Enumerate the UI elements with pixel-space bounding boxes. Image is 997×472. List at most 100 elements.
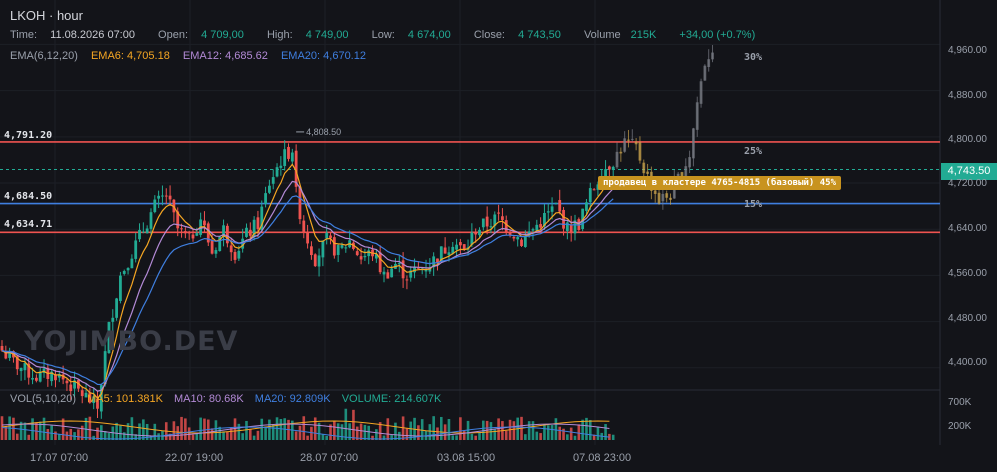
candle-body (695, 102, 699, 130)
volume-bar (313, 417, 317, 440)
candle-body (264, 193, 267, 204)
candle-body (405, 279, 409, 281)
candle-body (23, 363, 27, 371)
y-tick-label: 4,640.00 (948, 223, 987, 234)
candle-body (283, 149, 287, 167)
volume-bar (279, 418, 283, 440)
candle-body (256, 217, 260, 229)
volume-bar (539, 433, 542, 440)
candle-body (359, 256, 363, 260)
percent-label-15: 15% (744, 199, 763, 210)
candle-body (237, 250, 241, 259)
volume-bar (611, 434, 615, 440)
volume-bar (0, 416, 4, 440)
volume-bar (336, 423, 340, 440)
candle-body (210, 240, 214, 254)
ema-legend-name: EMA(6,12,20) (10, 50, 78, 62)
candle-body (340, 245, 344, 248)
candle-body (279, 165, 283, 168)
candle-body (623, 138, 627, 152)
candle-body (447, 252, 451, 256)
candle-body (611, 166, 615, 170)
candle-body (550, 206, 554, 212)
candle-body (367, 250, 371, 257)
candle-body (302, 220, 306, 233)
candle-body (634, 141, 638, 145)
percent-label-30: 30% (744, 52, 763, 63)
volume-bar (54, 431, 57, 440)
volume-bar (432, 416, 435, 440)
volume-bar (46, 429, 50, 440)
candle-body (711, 52, 714, 60)
candle-body (489, 226, 493, 228)
volume-bar (569, 427, 573, 440)
candle-body (485, 216, 489, 227)
volume-bar (241, 433, 244, 440)
candle-body (558, 200, 562, 212)
candle-body (317, 255, 321, 267)
volume-bar (226, 431, 229, 440)
volume-bar (325, 435, 328, 440)
candle-body (168, 195, 172, 200)
high-value: 4 749,00 (305, 29, 349, 41)
candle-body (126, 268, 130, 271)
ma5-value: MA5: 101.381K (87, 393, 163, 405)
volume-bar (130, 417, 134, 440)
volume-bar (558, 426, 562, 440)
candle-body (669, 197, 672, 200)
candle-body (585, 202, 588, 211)
candle-body (157, 195, 161, 199)
volume-bar (69, 428, 73, 440)
x-tick-label: 28.07 07:00 (300, 452, 359, 464)
watermark: YOJIMBO.DEV (24, 326, 239, 357)
candle-body (546, 211, 550, 213)
volume-bar (302, 416, 306, 440)
candle-body (329, 235, 332, 238)
volume-bar (440, 416, 443, 440)
y-tick-label: 4,480.00 (948, 313, 987, 324)
candle-body (443, 247, 447, 254)
volume-bar (462, 431, 466, 440)
candle-body (455, 244, 458, 250)
volume-bar (233, 418, 237, 440)
candle-body (523, 235, 527, 247)
volume-bar (184, 418, 187, 440)
volume-bar (588, 419, 592, 440)
volume-bar (359, 423, 363, 440)
volume-bar (306, 435, 309, 440)
volume-bar (581, 419, 584, 440)
candle-body (474, 231, 478, 235)
candle-body (34, 377, 38, 381)
candle-body (344, 247, 348, 249)
candle-body (539, 224, 543, 228)
candle-body (183, 231, 187, 234)
volume-bar (546, 425, 550, 440)
symbol-title: LKOH · hour (10, 8, 83, 23)
volume-bar (543, 424, 546, 440)
volume-bar (294, 431, 298, 440)
candle-body (638, 142, 642, 161)
volume-bar (23, 422, 27, 440)
ema20-value: EMA20: 4,670.12 (280, 50, 366, 62)
candle-body (268, 185, 271, 193)
volume-bar (180, 416, 183, 440)
candle-body (481, 218, 485, 228)
candle-body (619, 151, 623, 154)
volume-legend: VOL(5,10,20) MA5: 101.381K MA10: 80.68K … (10, 393, 449, 405)
volume-bar (260, 418, 264, 440)
candle-body (504, 220, 508, 232)
y-tick-label: 4,560.00 (948, 268, 987, 279)
x-tick-label: 07.08 23:00 (573, 452, 632, 464)
volume-bar (504, 430, 508, 440)
candle-body (630, 138, 634, 140)
candle-body (497, 212, 500, 214)
volume-bar (237, 423, 241, 440)
volume-bar (222, 431, 225, 440)
volume-bar (88, 416, 92, 440)
candle-body (592, 189, 596, 191)
candle-body (615, 151, 619, 168)
candle-body (692, 128, 695, 159)
low-value: 4 674,00 (407, 29, 451, 41)
volume-bar (554, 418, 558, 440)
candle-body (138, 229, 141, 240)
